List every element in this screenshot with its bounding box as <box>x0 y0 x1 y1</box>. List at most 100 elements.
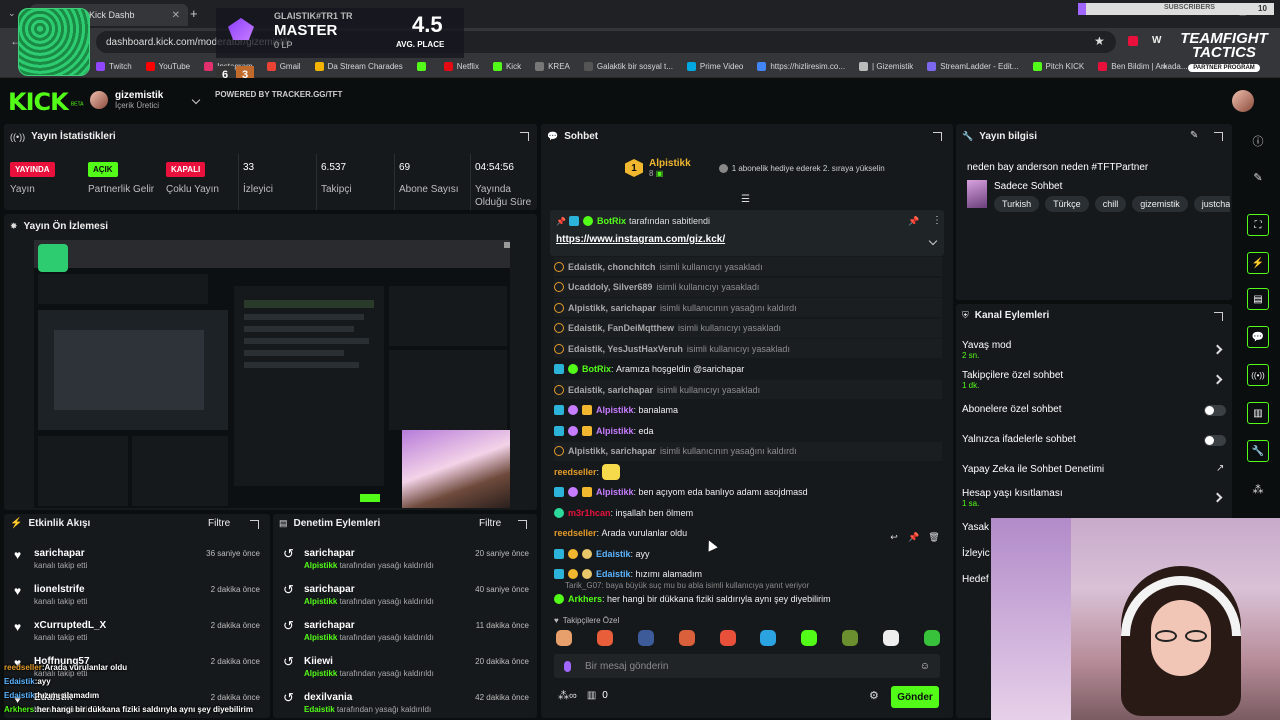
chat-bubble-icon[interactable]: 💬 <box>1247 326 1269 348</box>
emote-icon[interactable] <box>678 630 695 646</box>
channel-action-item[interactable]: Takipçilere özel sohbet 1 dk. <box>962 366 1226 394</box>
more-tools-icon[interactable]: ⁂ <box>1247 478 1269 500</box>
emote-icon[interactable] <box>760 630 777 646</box>
activity-filter-button[interactable]: Filtre <box>208 518 230 529</box>
expand-icon[interactable] <box>1214 132 1223 141</box>
activity-item[interactable]: ♥ lionelstrife kanalı takip etti 2 dakika ö… <box>4 580 270 614</box>
emoji-icon[interactable]: ☺ <box>920 661 930 672</box>
chat-message[interactable]: Alpistikk: banalama <box>554 401 942 420</box>
chat-username[interactable]: Alpistikk <box>596 487 634 497</box>
broadcast-icon[interactable]: ((•)) <box>1247 364 1269 386</box>
bookmark-item[interactable]: Da Stream Charades <box>314 62 403 71</box>
clip-icon[interactable]: ⛶ <box>1247 214 1269 236</box>
toggle-switch[interactable] <box>1204 435 1226 446</box>
stream-tag[interactable]: Türkçe <box>1045 196 1089 212</box>
chat-username[interactable]: reedseller <box>554 467 597 477</box>
stream-tag[interactable]: Turkish <box>994 196 1040 212</box>
channel-action-item[interactable]: Hesap yaşı kısıtlaması 1 sa. <box>962 484 1226 512</box>
bookmark-item[interactable]: https://hizliresim.co... <box>757 62 845 71</box>
channel-action-item[interactable]: Yalnızca ifadelerle sohbet <box>962 430 1226 458</box>
stream-preview-video[interactable] <box>34 240 510 508</box>
moderation-target[interactable]: dexilvania <box>304 692 352 703</box>
activity-username[interactable]: sarichapar <box>34 548 85 559</box>
chat-username[interactable]: Edaistik <box>596 569 631 579</box>
chat-message[interactable]: Alpistikk: ben açıyom eda banlıyo adamı … <box>554 483 942 502</box>
moderation-target[interactable]: sarichapar <box>304 584 355 595</box>
emote-icon[interactable] <box>842 630 859 646</box>
bookmark-item[interactable]: Twitch <box>96 62 132 71</box>
bookmark-item[interactable]: StreamLadder - Edit... <box>927 62 1019 71</box>
chat-message[interactable]: m3r1hcan: inşallah ben ölmem <box>554 503 942 522</box>
moderation-target[interactable]: Kiiewi <box>304 656 333 667</box>
bookmark-item[interactable]: KREA <box>535 62 570 71</box>
channel-action-item[interactable]: Abonelere özel sohbet <box>962 400 1226 428</box>
bookmark-item[interactable] <box>416 62 430 71</box>
chat-system-message[interactable]: Edaistik, FanDeiMqtthew isimli kullanıcıy… <box>554 318 942 338</box>
chat-message[interactable]: Edaistik: ayy <box>554 544 942 563</box>
bookmark-item[interactable]: Galaktik bir sosyal t... <box>583 62 673 71</box>
chat-system-message[interactable]: Ucaddoly, Silver689 isimli kullanıcıyı ya… <box>554 277 942 297</box>
bookmark-item[interactable]: Prime Video <box>686 62 743 71</box>
emote-icon[interactable] <box>883 630 899 646</box>
emote-icon[interactable] <box>596 630 613 646</box>
microphone-icon[interactable] <box>564 660 571 672</box>
bookmark-item[interactable]: YouTube <box>145 62 190 71</box>
activity-username[interactable]: xCurruptedL_X <box>34 620 106 631</box>
moderation-target[interactable]: sarichapar <box>304 620 355 631</box>
chat-system-message[interactable]: Alpistikk, sarichapar isimli kullanıcının… <box>554 441 942 461</box>
pinned-by-user[interactable]: BotRix <box>597 216 626 226</box>
layout-icon[interactable]: ▥ <box>1247 402 1269 424</box>
user-avatar[interactable] <box>1232 90 1254 112</box>
toggle-switch[interactable] <box>1204 405 1226 416</box>
emote-icon[interactable] <box>719 630 736 646</box>
moderation-actor[interactable]: Edaistik <box>304 705 335 714</box>
moderation-item[interactable]: ↺ Kiiewi Alpistikk tarafından yasağı kaldı… <box>273 652 537 686</box>
chat-system-message[interactable]: Edaistik, sarichapar isimli kullanıcıyı y… <box>554 380 942 399</box>
kick-logo[interactable]: KICK BETA <box>8 88 84 116</box>
unpin-icon[interactable]: 📌 <box>908 216 919 227</box>
bookmark-item[interactable]: Kick <box>492 62 521 71</box>
chat-system-message[interactable]: Edaistik, chonchitch isimli kullanıcıyı y… <box>554 257 942 276</box>
pinned-link[interactable]: https://www.instagram.com/giz.kck/ <box>556 234 725 245</box>
delete-icon[interactable]: 🗑 <box>924 532 944 543</box>
emote-icon[interactable] <box>556 630 572 646</box>
notes-icon[interactable]: ▤ <box>1247 288 1269 310</box>
chat-system-message[interactable]: Edaistik, YesJustHaxVeruh isimli kullanıc… <box>554 339 942 358</box>
channel-switcher[interactable]: gizemistik İçerik Üretici <box>90 90 201 110</box>
channel-action-item[interactable]: Yavaş mod 2 sn. <box>962 336 1226 364</box>
emote-icon[interactable] <box>637 630 654 646</box>
expand-icon[interactable] <box>520 132 529 141</box>
send-button[interactable]: Gönder <box>891 686 939 708</box>
edit-pencil-icon[interactable]: ✎ <box>1247 166 1269 188</box>
chat-message[interactable]: reedseller: <box>554 462 942 481</box>
chevron-down-icon[interactable] <box>928 236 938 246</box>
chat-system-message[interactable]: Alpistikk, sarichapar isimli kullanıcının… <box>554 298 942 317</box>
moderation-item[interactable]: ↺ sarichapar Alpistikk tarafından yasağı k… <box>273 580 537 614</box>
more-options-icon[interactable]: ⋮ <box>932 215 942 226</box>
reply-icon[interactable]: ↩ <box>884 532 904 543</box>
chat-username[interactable]: BotRix <box>582 364 611 374</box>
info-icon[interactable]: ⓘ <box>1247 130 1269 152</box>
chat-username[interactable]: Alpistikk <box>596 426 634 436</box>
moderation-item[interactable]: ↺ sarichapar Alpistikk tarafından yasağı k… <box>273 544 537 578</box>
emote-icon[interactable] <box>923 630 940 646</box>
extension-icon[interactable] <box>1128 36 1138 46</box>
chat-username[interactable]: Alpistikk <box>596 405 634 415</box>
moderation-item[interactable]: ↺ dexilvania Edaistik tarafından yasağı ka… <box>273 688 537 718</box>
expand-icon[interactable] <box>250 520 259 529</box>
chat-username[interactable]: m3r1hcan <box>568 508 611 518</box>
stream-tag[interactable]: chill <box>1094 196 1127 212</box>
activity-item[interactable]: ♥ xCurruptedL_X kanalı takip etti 2 dakika … <box>4 616 270 650</box>
chat-input[interactable]: Bir mesaj gönderin ☺ <box>554 654 940 678</box>
expand-icon[interactable] <box>1214 312 1223 321</box>
moderation-actor[interactable]: Alpistikk <box>304 561 337 570</box>
chat-message[interactable]: Arkhers: her hangi bir dükkana fiziki sa… <box>554 592 942 606</box>
stream-tag[interactable]: gizemistik <box>1132 196 1188 212</box>
chat-message[interactable]: Alpistikk: eda <box>554 421 942 440</box>
chat-message[interactable]: BotRix: Aramıza hoşgeldin @sarichapar <box>554 360 942 379</box>
moderation-target[interactable]: sarichapar <box>304 548 355 559</box>
close-tab-icon[interactable]: ✕ <box>172 10 180 21</box>
moderation-item[interactable]: ↺ sarichapar Alpistikk tarafından yasağı k… <box>273 616 537 650</box>
bookmark-star-icon[interactable]: ★ <box>1094 34 1105 48</box>
stream-tag[interactable]: justchat <box>1193 196 1230 212</box>
